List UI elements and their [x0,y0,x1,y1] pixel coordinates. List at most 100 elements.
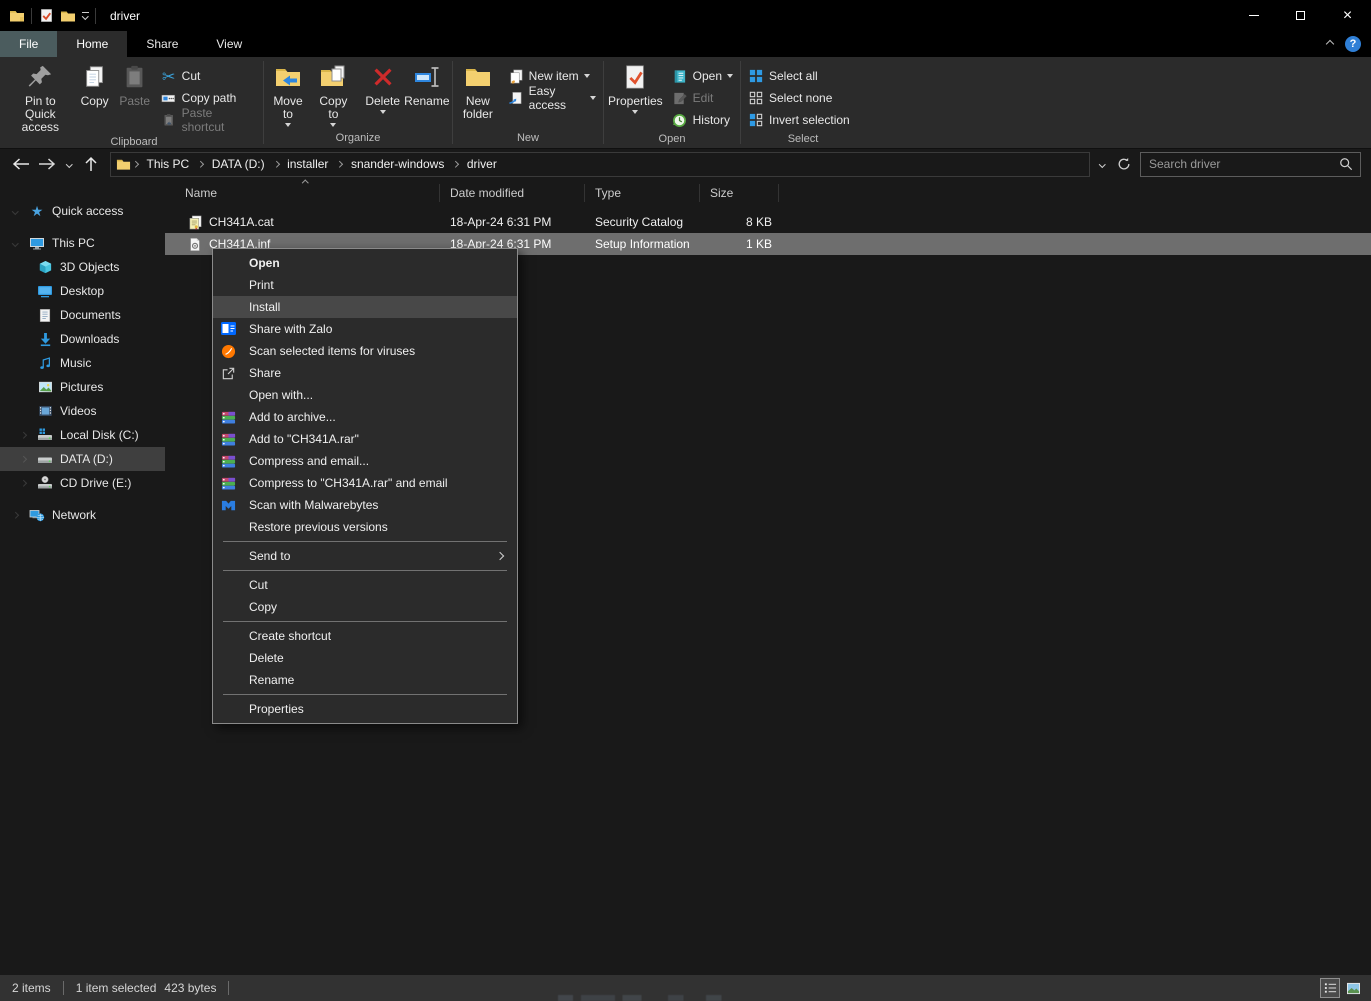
breadcrumb[interactable]: This PC DATA (D:) installer snander-wind… [110,152,1090,177]
sidebar-item-music[interactable]: Music [0,351,165,375]
cut-button[interactable]: ✂ Cut [155,65,262,87]
properties-button[interactable]: Properties [605,60,666,114]
delete-button[interactable]: Delete [363,60,403,114]
search-icon[interactable] [1338,156,1354,172]
crumb-snander-windows[interactable]: snander-windows [344,157,451,171]
menu-item-restore-previous-versions[interactable]: Restore previous versions [213,516,517,538]
sidebar-item-documents[interactable]: Documents [0,303,165,327]
sidebar-item-videos[interactable]: Videos [0,399,165,423]
refresh-icon[interactable] [1114,151,1134,177]
minimize-button[interactable] [1230,0,1277,31]
menu-item-cut[interactable]: Cut [213,574,517,596]
menu-item-open-with[interactable]: Open with... [213,384,517,406]
menu-item-delete[interactable]: Delete [213,647,517,669]
menu-item-install[interactable]: Install [213,296,517,318]
tab-file[interactable]: File [0,31,57,57]
paste-shortcut-button[interactable]: Paste shortcut [155,109,262,131]
easy-access-button[interactable]: Easy access [502,87,602,109]
winrar-icon [221,409,241,425]
up-button[interactable] [78,151,104,177]
menu-item-open[interactable]: Open [213,252,517,274]
details-view-button[interactable] [1320,978,1340,998]
tab-share[interactable]: Share [127,31,197,57]
ribbon-group-organize: Move to Copy to Delete [265,57,451,148]
back-button[interactable] [8,151,34,177]
pin-to-quick-access-button[interactable]: Pin to Quick access [6,60,75,134]
menu-item-create-shortcut[interactable]: Create shortcut [213,625,517,647]
invert-selection-button[interactable]: Invert selection [742,109,856,131]
sidebar-item-3d-objects[interactable]: 3D Objects [0,255,165,279]
sidebar-item-network[interactable]: Network [0,503,165,527]
security-catalog-file-icon [187,214,203,230]
close-button[interactable]: × [1324,0,1371,31]
paste-shortcut-icon [161,112,177,128]
copy-button[interactable]: Copy [75,60,115,108]
qat-new-folder-icon[interactable] [60,8,76,24]
select-all-button[interactable]: Select all [742,65,856,87]
copy-to-button[interactable]: Copy to [311,60,356,127]
sidebar-item-this-pc[interactable]: This PC [0,231,165,255]
column-header-type[interactable]: Type [585,179,700,207]
ribbon: Pin to Quick access Copy Paste ✂ Cut [0,57,1371,148]
new-folder-button[interactable]: New folder [454,60,502,121]
menu-item-scan-viruses[interactable]: Scan selected items for viruses [213,340,517,362]
menu-item-compress-to-rar-email[interactable]: Compress to "CH341A.rar" and email [213,472,517,494]
qat-customize-chevron-icon[interactable] [82,12,89,19]
column-header-size[interactable]: Size [700,179,779,207]
menu-item-print[interactable]: Print [213,274,517,296]
address-dropdown-chevron-icon[interactable] [1094,151,1110,177]
menu-item-compress-email[interactable]: Compress and email... [213,450,517,472]
rename-button[interactable]: Rename [403,60,451,108]
sidebar-item-pictures[interactable]: Pictures [0,375,165,399]
menu-item-add-to-rar[interactable]: Add to "CH341A.rar" [213,428,517,450]
history-button[interactable]: History [666,109,739,131]
tab-view[interactable]: View [197,31,261,57]
column-header-date-modified[interactable]: Date modified [440,179,585,207]
edit-button[interactable]: Edit [666,87,739,109]
menu-item-rename[interactable]: Rename [213,669,517,691]
move-to-button[interactable]: Move to [265,60,311,127]
forward-button[interactable] [34,151,60,177]
sidebar-item-local-disk-c[interactable]: Local Disk (C:) [0,423,165,447]
paste-button[interactable]: Paste [115,60,155,108]
thumbnails-view-button[interactable] [1343,978,1363,998]
help-icon[interactable]: ? [1345,36,1361,52]
qat-properties-icon[interactable] [38,8,54,24]
move-to-dropdown-icon [285,123,291,127]
collapse-ribbon-icon[interactable] [1326,40,1334,48]
crumb-data-d[interactable]: DATA (D:) [205,157,272,171]
menu-item-share[interactable]: Share [213,362,517,384]
menu-item-add-to-archive[interactable]: Add to archive... [213,406,517,428]
crumb-installer[interactable]: installer [280,157,335,171]
sidebar-item-cd-drive-e[interactable]: CD Drive (E:) [0,471,165,495]
network-icon [29,507,45,523]
quick-access-toolbar [0,8,96,24]
open-button[interactable]: Open [666,65,739,87]
sidebar-item-downloads[interactable]: Downloads [0,327,165,351]
group-label-new: New [454,130,602,148]
menu-item-send-to[interactable]: Send to [213,545,517,567]
menu-item-copy[interactable]: Copy [213,596,517,618]
close-icon: × [1343,8,1352,24]
menu-item-scan-malwarebytes[interactable]: Scan with Malwarebytes [213,494,517,516]
ribbon-tab-bar: File Home Share View ? [0,31,1371,57]
properties-dropdown-icon [632,110,638,114]
menu-item-properties[interactable]: Properties [213,698,517,720]
crumb-this-pc[interactable]: This PC [140,157,197,171]
maximize-button[interactable] [1277,0,1324,31]
menu-item-share-with-zalo[interactable]: Share with Zalo [213,318,517,340]
title-bar: driver × [0,0,1371,31]
main-area: ★ Quick access This PC 3D Objects Deskto… [0,179,1371,975]
search-box[interactable] [1140,152,1361,177]
crumb-driver[interactable]: driver [460,157,504,171]
recent-locations-chevron-icon[interactable] [60,151,78,177]
select-none-button[interactable]: Select none [742,87,856,109]
sidebar-item-quick-access[interactable]: ★ Quick access [0,199,165,223]
file-row-ch341a-cat[interactable]: CH341A.cat 18-Apr-24 6:31 PM Security Ca… [165,211,1371,233]
pin-icon [25,62,55,92]
sidebar-item-desktop[interactable]: Desktop [0,279,165,303]
column-header-name[interactable]: Name [165,179,440,207]
sidebar-item-data-d[interactable]: DATA (D:) [0,447,165,471]
tab-home[interactable]: Home [57,31,127,57]
search-input[interactable] [1141,157,1338,171]
